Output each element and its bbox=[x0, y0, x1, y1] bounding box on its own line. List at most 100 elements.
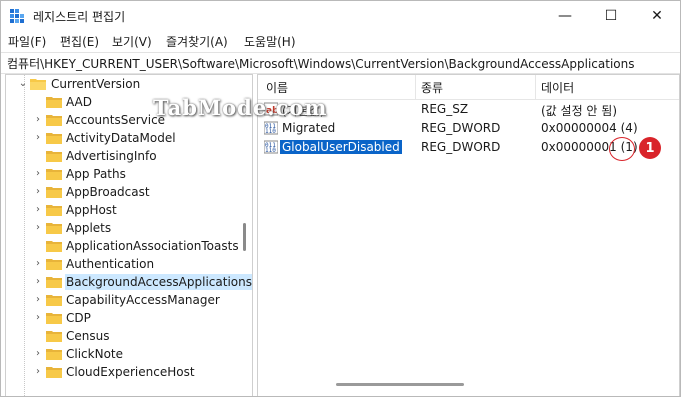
tree-item[interactable]: › App Paths bbox=[6, 165, 252, 183]
tree-item[interactable]: › Authentication bbox=[6, 255, 252, 273]
folder-icon bbox=[46, 349, 62, 360]
close-button[interactable]: ✕ bbox=[634, 1, 680, 31]
value-name: GlobalUserDisabled bbox=[279, 139, 403, 155]
tree-item-currentversion[interactable]: ⌄ CurrentVersion bbox=[6, 75, 252, 93]
tree-item[interactable]: › CloudExperienceHost bbox=[6, 363, 252, 381]
chevron-right-icon[interactable]: › bbox=[33, 345, 43, 363]
chevron-right-icon[interactable]: › bbox=[33, 129, 43, 147]
tree-item-label: ActivityDataModel bbox=[66, 131, 176, 145]
key-tree-pane[interactable]: ⌄ CurrentVersion AAD › AccountsService ›… bbox=[5, 74, 253, 396]
tree-item[interactable]: Census bbox=[6, 327, 252, 345]
tree-item[interactable]: › ClickNote bbox=[6, 345, 252, 363]
value-type: REG_SZ bbox=[421, 102, 469, 116]
folder-icon bbox=[46, 277, 62, 288]
chevron-right-icon[interactable]: › bbox=[33, 309, 43, 327]
folder-icon bbox=[46, 151, 62, 162]
folder-icon bbox=[46, 115, 62, 126]
registry-editor-window: 레지스트리 편집기 — ☐ ✕ 파일(F) 편집(E) 보기(V) 즐겨찾기(A… bbox=[0, 0, 681, 397]
chevron-right-icon[interactable]: › bbox=[33, 273, 43, 291]
folder-icon bbox=[46, 169, 62, 180]
chevron-right-icon[interactable]: › bbox=[33, 183, 43, 201]
tree-item-label: BackgroundAccessApplications bbox=[65, 274, 252, 290]
values-list-pane[interactable]: 이름 종류 데이터 ab (기본값) REG_SZ (값 설정 안 됨) 011… bbox=[257, 74, 680, 396]
folder-icon bbox=[46, 133, 62, 144]
folder-icon bbox=[46, 313, 62, 324]
window-title: 레지스트리 편집기 bbox=[33, 10, 126, 24]
address-path: 컴퓨터\HKEY_CURRENT_USER\Software\Microsoft… bbox=[7, 57, 635, 71]
maximize-button[interactable]: ☐ bbox=[588, 1, 634, 31]
registry-app-icon bbox=[10, 9, 24, 23]
tree-item[interactable]: ApplicationAssociationToasts bbox=[6, 237, 252, 255]
dword-value-icon: 011110 bbox=[264, 140, 278, 154]
tree-item[interactable]: › AppHost bbox=[6, 201, 252, 219]
menu-bar: 파일(F) 편집(E) 보기(V) 즐겨찾기(A) 도움말(H) bbox=[1, 31, 680, 51]
tree-item[interactable]: › CDP bbox=[6, 309, 252, 327]
menu-help[interactable]: 도움말(H) bbox=[244, 33, 296, 50]
menu-view[interactable]: 보기(V) bbox=[112, 33, 152, 50]
tree-item-label: CDP bbox=[66, 311, 91, 325]
chevron-right-icon[interactable]: › bbox=[33, 219, 43, 237]
tree-item-label: AppBroadcast bbox=[66, 185, 150, 199]
tree-item[interactable]: › ActivityDataModel bbox=[6, 129, 252, 147]
minimize-button[interactable]: — bbox=[542, 1, 588, 31]
tree-item-label: App Paths bbox=[66, 167, 126, 181]
chevron-right-icon[interactable]: › bbox=[33, 291, 43, 309]
column-divider[interactable] bbox=[535, 75, 536, 99]
column-divider[interactable] bbox=[415, 75, 416, 99]
menu-file[interactable]: 파일(F) bbox=[8, 33, 46, 50]
title-bar: 레지스트리 편집기 — ☐ ✕ bbox=[1, 1, 680, 31]
chevron-right-icon[interactable]: › bbox=[33, 201, 43, 219]
svg-text:110: 110 bbox=[265, 128, 276, 135]
chevron-right-icon[interactable]: › bbox=[33, 111, 43, 129]
folder-icon bbox=[46, 241, 62, 252]
tree-item[interactable]: › AppBroadcast bbox=[6, 183, 252, 201]
chevron-right-icon[interactable]: › bbox=[33, 165, 43, 183]
folder-open-icon bbox=[30, 79, 46, 90]
svg-text:110: 110 bbox=[265, 147, 276, 154]
tree-item-label: CurrentVersion bbox=[51, 77, 141, 91]
value-name: Migrated bbox=[282, 121, 336, 135]
chevron-down-icon[interactable]: ⌄ bbox=[18, 75, 28, 93]
address-bar[interactable]: 컴퓨터\HKEY_CURRENT_USER\Software\Microsoft… bbox=[1, 52, 680, 74]
annotation-badge: 1 bbox=[639, 137, 661, 159]
horizontal-scrollbar-thumb[interactable] bbox=[336, 383, 464, 386]
value-type: REG_DWORD bbox=[421, 121, 501, 135]
tree-item-label: Census bbox=[66, 329, 110, 343]
value-data: (값 설정 안 됨) bbox=[541, 104, 618, 118]
folder-icon bbox=[46, 97, 62, 108]
value-data: 0x00000004 (4) bbox=[541, 121, 638, 135]
tree-item-label: CloudExperienceHost bbox=[66, 365, 195, 379]
menu-edit[interactable]: 편집(E) bbox=[60, 33, 99, 50]
annotation-highlight-circle bbox=[609, 137, 635, 161]
watermark: TabMode.com bbox=[153, 95, 328, 120]
tree-item-label: Applets bbox=[66, 221, 112, 235]
column-header-name[interactable]: 이름 bbox=[266, 79, 288, 96]
tree-item-label: AdvertisingInfo bbox=[66, 149, 157, 163]
tree-item[interactable]: › Applets bbox=[6, 219, 252, 237]
dword-value-icon: 011110 bbox=[264, 121, 278, 135]
tree-item-label: AccountsService bbox=[66, 113, 166, 127]
tree-item-label: Authentication bbox=[66, 257, 155, 271]
column-header-type[interactable]: 종류 bbox=[421, 79, 443, 96]
column-header-data[interactable]: 데이터 bbox=[541, 79, 574, 96]
tree-item-label: ApplicationAssociationToasts bbox=[66, 239, 239, 253]
chevron-right-icon[interactable]: › bbox=[33, 363, 43, 381]
tree-item-label: CapabilityAccessManager bbox=[66, 293, 220, 307]
tree-item[interactable]: AdvertisingInfo bbox=[6, 147, 252, 165]
chevron-right-icon[interactable]: › bbox=[33, 255, 43, 273]
tree-item-label: AAD bbox=[66, 95, 92, 109]
tree-item-label: ClickNote bbox=[66, 347, 123, 361]
tree-item-selected[interactable]: › BackgroundAccessApplications bbox=[6, 273, 252, 291]
folder-icon bbox=[46, 331, 62, 342]
folder-icon bbox=[46, 187, 62, 198]
tree-scrollbar-thumb[interactable] bbox=[243, 223, 246, 251]
value-row[interactable]: 011 110 Migrated REG_DWORD 0x00000004 (4) bbox=[258, 119, 679, 138]
tree-item-label: AppHost bbox=[66, 203, 117, 217]
value-type: REG_DWORD bbox=[421, 140, 501, 154]
folder-icon bbox=[46, 205, 62, 216]
menu-favorites[interactable]: 즐겨찾기(A) bbox=[166, 33, 228, 50]
folder-icon bbox=[46, 367, 62, 378]
folder-icon bbox=[46, 295, 62, 306]
folder-icon bbox=[46, 259, 62, 270]
tree-item[interactable]: › CapabilityAccessManager bbox=[6, 291, 252, 309]
